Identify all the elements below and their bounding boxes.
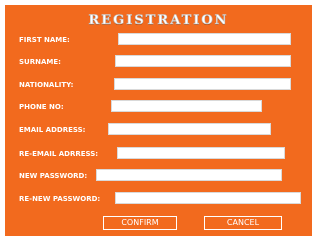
cancel-button[interactable]: CANCEL [204, 216, 282, 230]
new-password-row: NEW PASSWORD: [5, 169, 312, 183]
first-name-input[interactable] [118, 33, 291, 45]
new-password-label: NEW PASSWORD: [19, 172, 88, 180]
phone-label: PHONE NO: [19, 103, 64, 111]
phone-input[interactable] [111, 100, 262, 112]
re-new-password-label: RE-NEW PASSWORD: [19, 195, 101, 203]
surname-label: SURNAME: [19, 58, 61, 66]
form-title: REGISTRATION [88, 13, 229, 29]
re-email-row: RE-EMAIL ADRRESS: [5, 147, 312, 161]
re-email-input[interactable] [117, 147, 285, 159]
registration-panel: REGISTRATION FIRST NAME: SURNAME: NATION… [5, 5, 312, 236]
confirm-button[interactable]: CONFIRM [103, 216, 177, 230]
email-row: EMAIL ADDRESS: [5, 123, 312, 137]
surname-input[interactable] [115, 55, 291, 67]
first-name-label: FIRST NAME: [19, 36, 70, 44]
re-email-label: RE-EMAIL ADRRESS: [19, 150, 99, 158]
nationality-label: NATIONALITY: [19, 81, 74, 89]
nationality-row: NATIONALITY: [5, 78, 312, 92]
re-new-password-row: RE-NEW PASSWORD: [5, 192, 312, 206]
nationality-input[interactable] [114, 78, 291, 90]
surname-row: SURNAME: [5, 55, 312, 69]
phone-row: PHONE NO: [5, 100, 312, 114]
first-name-row: FIRST NAME: [5, 33, 312, 47]
re-new-password-input[interactable] [115, 192, 301, 204]
email-input[interactable] [108, 123, 271, 135]
email-label: EMAIL ADDRESS: [19, 126, 86, 134]
new-password-input[interactable] [96, 169, 282, 181]
